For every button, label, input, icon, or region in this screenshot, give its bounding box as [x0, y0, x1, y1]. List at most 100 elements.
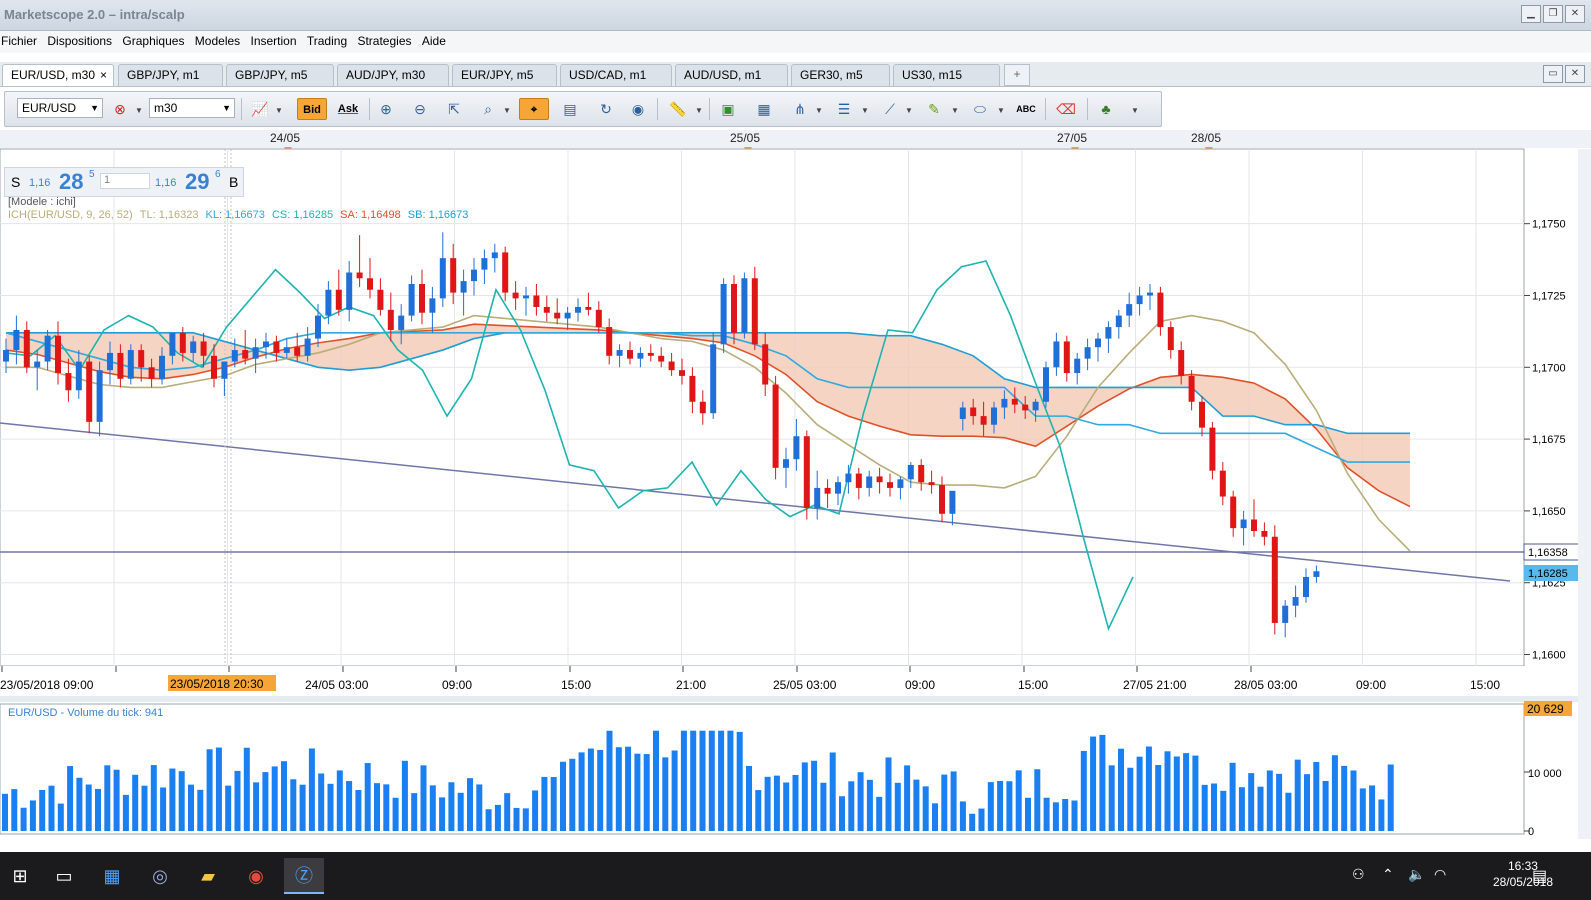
refresh-icon[interactable]: ↻	[595, 98, 617, 120]
chevron-down-icon[interactable]: ▼	[695, 106, 703, 115]
chevron-down-icon[interactable]: ▼	[861, 106, 869, 115]
minimize-button[interactable]: ▁	[1521, 5, 1541, 23]
volume-bar	[1350, 770, 1357, 831]
pencil-icon[interactable]: ✎	[923, 98, 945, 120]
chevron-down-icon[interactable]: ▼	[815, 106, 823, 115]
candle-body	[221, 361, 228, 379]
chevron-down-icon[interactable]: ▼	[503, 106, 511, 115]
crosshair-icon[interactable]: ⌖	[519, 98, 549, 120]
candle-body	[918, 464, 925, 483]
zoom-in-icon[interactable]: ⊕	[375, 98, 397, 120]
chevron-down-icon[interactable]: ▼	[135, 106, 143, 115]
menu-aide[interactable]: Aide	[422, 31, 452, 48]
pointer-icon[interactable]: ⇱	[443, 98, 465, 120]
close-tab-icon[interactable]: ×	[100, 65, 107, 86]
menu-strategies[interactable]: Strategies	[357, 31, 417, 48]
menu-fichier[interactable]: Fichier	[1, 31, 43, 48]
tab-gbp-jpy-m1[interactable]: GBP/JPY, m1	[118, 64, 223, 86]
right-scroll-strip[interactable]	[1578, 149, 1591, 839]
chart-svg[interactable]: 24/05 25/05 27/05 28/05 1,1750 1,1725 1,17…	[0, 130, 1591, 852]
sell-price[interactable]: 28	[59, 169, 83, 195]
panel-splitter[interactable]	[0, 696, 1591, 702]
candle-body	[575, 306, 581, 313]
hierarchy-icon[interactable]: ♣	[1095, 98, 1117, 120]
chart-close-button[interactable]: ✕	[1565, 65, 1585, 83]
chevron-up-icon[interactable]: ⌃	[1382, 866, 1394, 883]
menu-dispositions[interactable]: Dispositions	[47, 31, 118, 48]
maximize-button[interactable]: ❐	[1543, 5, 1563, 23]
chart-restore-button[interactable]: ▭	[1543, 65, 1563, 83]
candle-body	[1261, 531, 1268, 537]
ask-button[interactable]: Ask	[333, 98, 363, 120]
tab-aud-jpy-m30[interactable]: AUD/JPY, m30	[337, 64, 449, 86]
volume-bar	[485, 809, 492, 831]
ellipse-icon[interactable]: ⬭	[969, 98, 991, 120]
wifi-icon[interactable]: ◠	[1434, 866, 1446, 883]
candle-body	[263, 341, 269, 348]
candle-body	[1053, 341, 1060, 368]
volume-bar	[1387, 764, 1394, 831]
zoom-out-icon[interactable]: ⊖	[409, 98, 431, 120]
tab-usd-cad-m1[interactable]: USD/CAD, m1	[560, 64, 672, 86]
volume-bar	[1285, 792, 1292, 831]
chart-area[interactable]: 24/05 25/05 27/05 28/05 1,1750 1,1725 1,17…	[0, 130, 1591, 852]
tab-ger30-m5[interactable]: GER30, m5	[791, 64, 890, 86]
layout-icon[interactable]: ▦	[753, 98, 775, 120]
text-tool-icon[interactable]: ABC	[1015, 98, 1037, 120]
menu-graphiques[interactable]: Graphiques	[122, 31, 190, 48]
candle-body	[1001, 398, 1008, 408]
chevron-down-icon[interactable]: ▼	[951, 106, 959, 115]
tab-eur-usd-m30[interactable]: EUR/USD, m30 ×	[2, 64, 114, 86]
ruler-icon[interactable]: 📏	[667, 98, 689, 120]
time-tick-label: 27/05 21:00	[1123, 678, 1187, 692]
menu-insertion[interactable]: Insertion	[251, 31, 303, 48]
globe-icon[interactable]: ◉	[627, 98, 649, 120]
candle-body	[564, 312, 571, 319]
add-tab-button[interactable]: +	[1004, 64, 1030, 86]
eraser-icon[interactable]: ⌫	[1055, 98, 1077, 120]
candle-body	[190, 341, 197, 353]
close-button[interactable]: ✕	[1565, 5, 1585, 23]
instrument-select[interactable]: EUR/USD ▼	[17, 98, 103, 118]
volume-icon[interactable]: 🔈	[1408, 866, 1425, 883]
volume-bar	[894, 782, 901, 831]
fan-icon[interactable]: ⟋	[879, 98, 901, 120]
candle-body	[335, 289, 342, 310]
people-icon[interactable]: ⚇	[1352, 866, 1365, 883]
candle-body	[211, 355, 217, 379]
top-date-label: 25/05	[730, 131, 760, 145]
chevron-down-icon[interactable]: ▼	[275, 106, 283, 115]
timeframe-select[interactable]: m30 ▼	[149, 98, 235, 118]
folder-icon[interactable]: ▰	[188, 858, 228, 894]
bid-button[interactable]: Bid	[297, 98, 327, 120]
tab-gbp-jpy-m5[interactable]: GBP/JPY, m5	[226, 64, 334, 86]
chevron-down-icon[interactable]: ▼	[1131, 106, 1139, 115]
menu-trading[interactable]: Trading	[307, 31, 353, 48]
store-icon[interactable]: ▦	[92, 858, 132, 894]
menu-modeles[interactable]: Modeles	[195, 31, 246, 48]
chevron-down-icon[interactable]: ▼	[905, 106, 913, 115]
link-off-icon[interactable]: ⊗	[109, 98, 131, 120]
image-icon[interactable]: ▣	[717, 98, 739, 120]
marketscope-icon[interactable]: Ⓩ	[284, 858, 324, 894]
magnifier-icon[interactable]: ⌕	[477, 98, 499, 120]
task-view-icon[interactable]: ▭	[44, 858, 84, 894]
tab-us30-m15[interactable]: US30, m15	[893, 64, 1000, 86]
volume-bar	[113, 769, 120, 831]
tab-eur-jpy-m5[interactable]: EUR/JPY, m5	[452, 64, 557, 86]
chevron-down-icon[interactable]: ▼	[997, 106, 1005, 115]
volume-axis-label: 10 000	[1528, 768, 1562, 780]
buy-price[interactable]: 29	[185, 169, 209, 195]
chart-type-icon[interactable]: 📈	[249, 98, 271, 120]
windows-start-icon[interactable]: ⊞	[0, 858, 40, 894]
indicator-icon[interactable]: ▤	[559, 98, 581, 120]
quantity-input[interactable]: 1	[100, 173, 150, 189]
lines-icon[interactable]: ☰	[833, 98, 855, 120]
notifications-icon[interactable]: ▤	[1532, 866, 1547, 886]
candle-body	[148, 367, 155, 379]
chrome-icon[interactable]: ◉	[236, 858, 276, 894]
app-icon[interactable]: ◎	[140, 858, 180, 894]
fibonacci-icon[interactable]: ⋔	[789, 98, 811, 120]
tab-aud-usd-m1[interactable]: AUD/USD, m1	[675, 64, 788, 86]
price-tick-label: 1,1750	[1532, 219, 1566, 231]
